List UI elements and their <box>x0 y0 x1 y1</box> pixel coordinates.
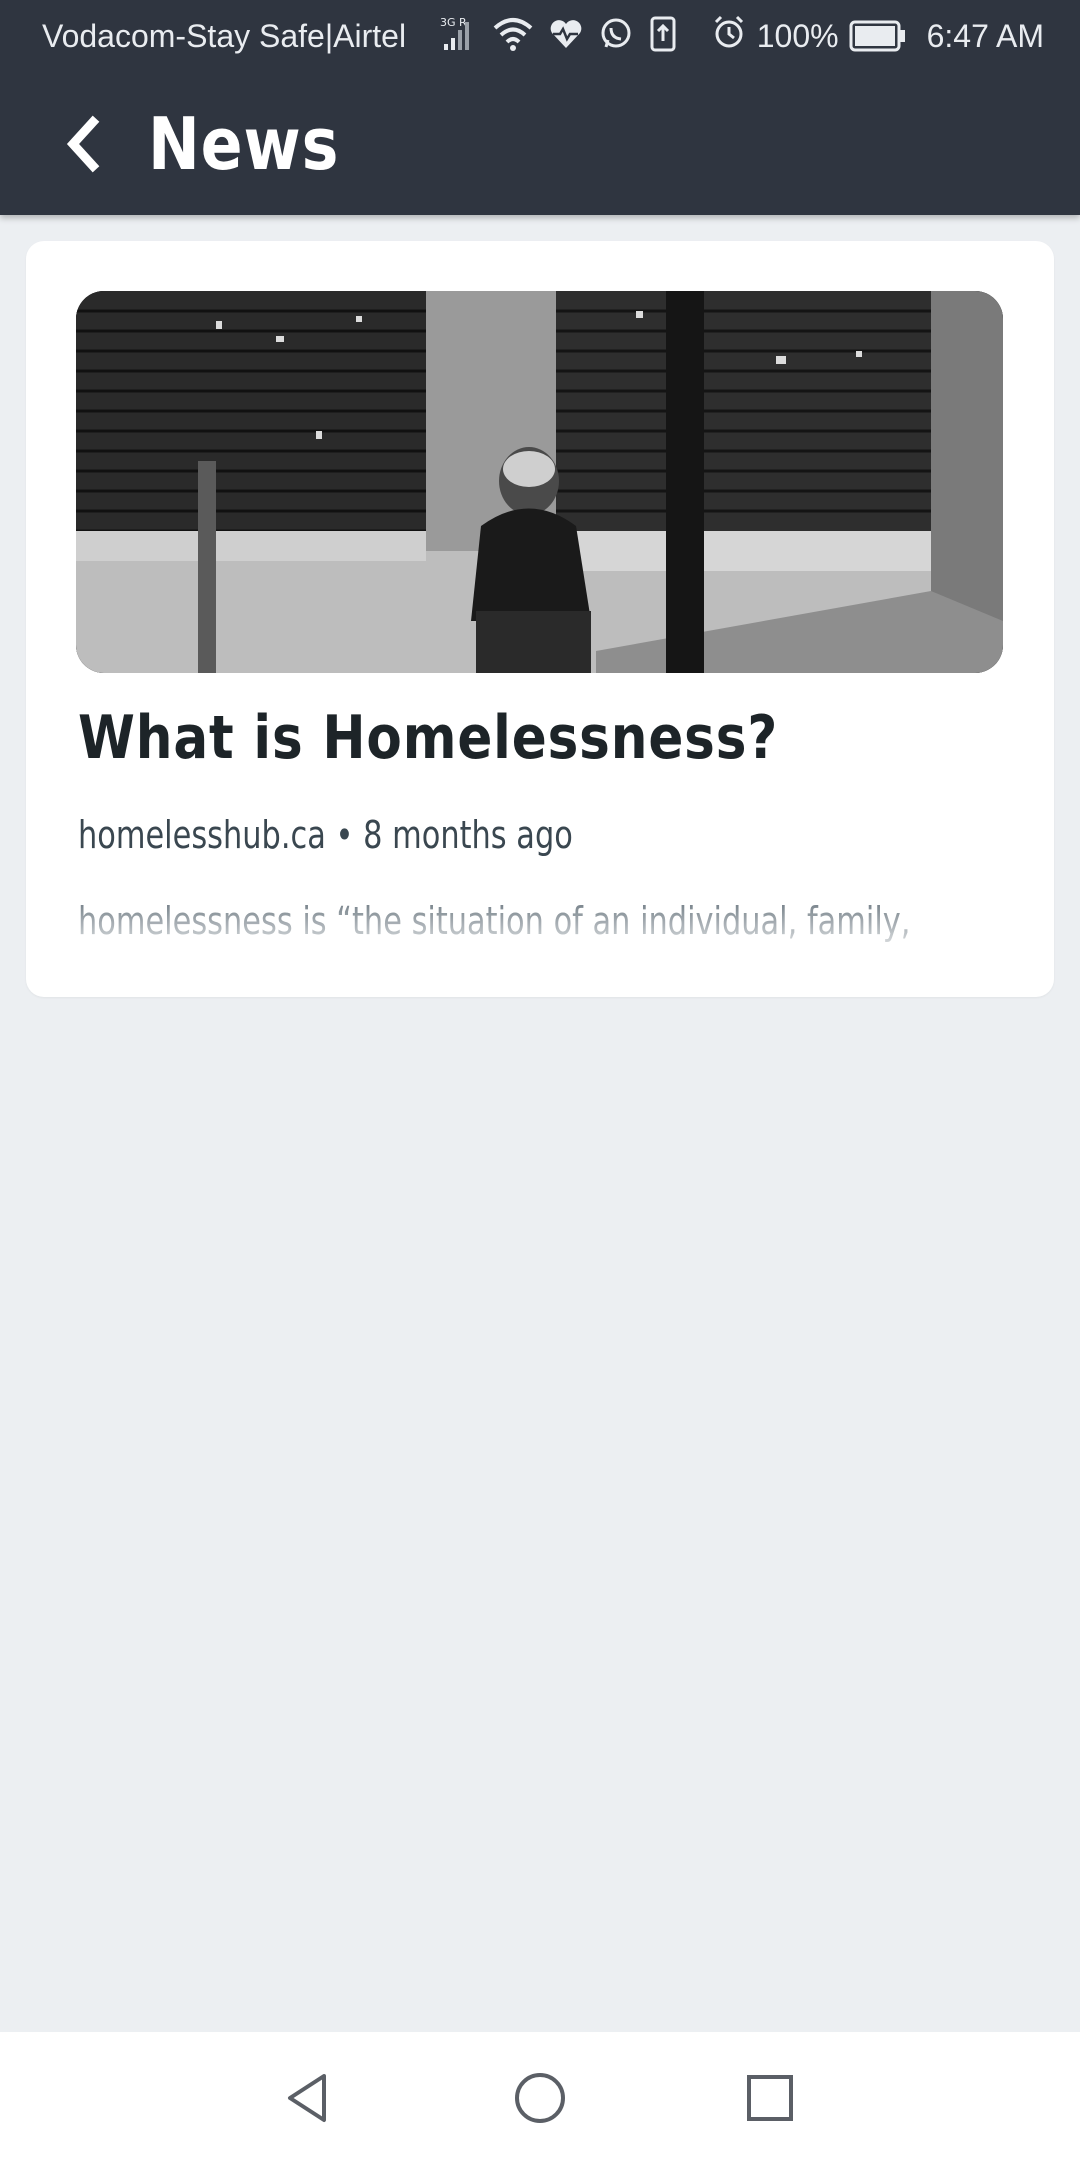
article-title[interactable]: What is Homelessness? <box>78 703 778 773</box>
status-icons: 3G R <box>438 14 678 54</box>
article-source: homelesshub.ca <box>78 813 326 857</box>
article-image[interactable] <box>76 291 1003 673</box>
page-title: News <box>148 102 340 186</box>
nav-home-button[interactable] <box>508 2066 572 2130</box>
news-card[interactable]: What is Homelessness? homelesshub.ca • 8… <box>26 241 1054 997</box>
nav-recents-button[interactable] <box>738 2066 802 2130</box>
whatsapp-icon <box>598 16 634 52</box>
heart-pulse-icon <box>548 16 584 52</box>
system-navigation-bar <box>0 2032 1080 2160</box>
square-recents-icon <box>747 2075 793 2121</box>
back-button[interactable] <box>44 104 124 184</box>
wifi-icon <box>492 14 534 54</box>
photo-homeless-man-image <box>76 291 1003 673</box>
status-bar: Vodacom-Stay Safe|Airtel 3G R 100% 6:47 … <box>0 0 1080 76</box>
battery-percent: 100% <box>756 17 839 54</box>
battery-icon <box>849 19 907 53</box>
circle-home-icon <box>515 2073 565 2123</box>
nav-back-button[interactable] <box>276 2066 340 2130</box>
article-meta: homelesshub.ca • 8 months ago <box>78 813 573 857</box>
article-excerpt: homelessness is “the situation of an ind… <box>78 899 910 943</box>
top-bar: Vodacom-Stay Safe|Airtel 3G R 100% 6:47 … <box>0 0 1080 215</box>
upload-icon <box>648 15 678 53</box>
alarm-icon <box>711 14 747 58</box>
clock: 6:47 AM <box>926 17 1044 54</box>
network-type-label: 3G R <box>440 16 467 29</box>
triangle-back-icon <box>288 2074 326 2122</box>
status-right: 100% 6:47 AM <box>711 14 1044 58</box>
article-age: 8 months ago <box>363 813 573 857</box>
carrier-label: Vodacom-Stay Safe|Airtel <box>42 18 407 54</box>
chevron-left-icon <box>66 115 100 173</box>
meta-separator: • <box>335 813 354 857</box>
signal-icon: 3G R <box>438 14 478 54</box>
app-bar: News <box>0 76 1080 215</box>
